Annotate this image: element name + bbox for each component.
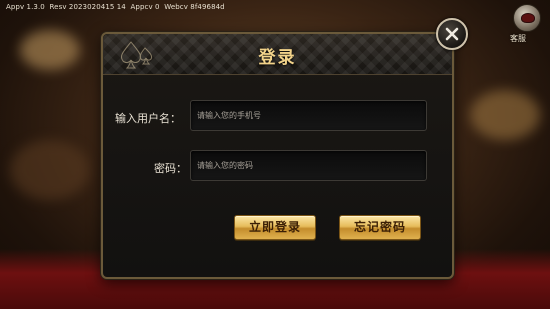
appcv-text: Appcv 0 [130,3,160,11]
login-dialog: 登录 输入用户名： 密码： 立即登录 忘记密码 [101,32,454,279]
customer-service-label: 客服 [510,34,526,43]
customer-service-button[interactable]: 客服 [510,4,544,43]
login-button[interactable]: 立即登录 [234,215,316,240]
close-icon [445,27,459,41]
dialog-title: 登录 [258,48,297,68]
password-input[interactable] [190,150,427,181]
customer-service-icon [513,4,541,32]
username-input[interactable] [190,100,427,131]
webcv-text: Webcv 8f49684d [164,3,225,11]
close-button[interactable] [436,18,468,50]
appv-text: Appv 1.3.0 [6,3,45,11]
background-light [20,30,80,70]
version-info: Appv 1.3.0 Resv 2023020415 14 Appcv 0 We… [6,3,225,11]
password-label: 密码： [154,162,187,175]
background-light [470,90,540,140]
username-label: 输入用户名： [115,112,181,125]
forgot-password-button[interactable]: 忘记密码 [339,215,421,240]
resv-text: Resv 2023020415 14 [49,3,126,11]
dialog-header: 登录 [103,34,452,75]
background-light [10,140,90,200]
